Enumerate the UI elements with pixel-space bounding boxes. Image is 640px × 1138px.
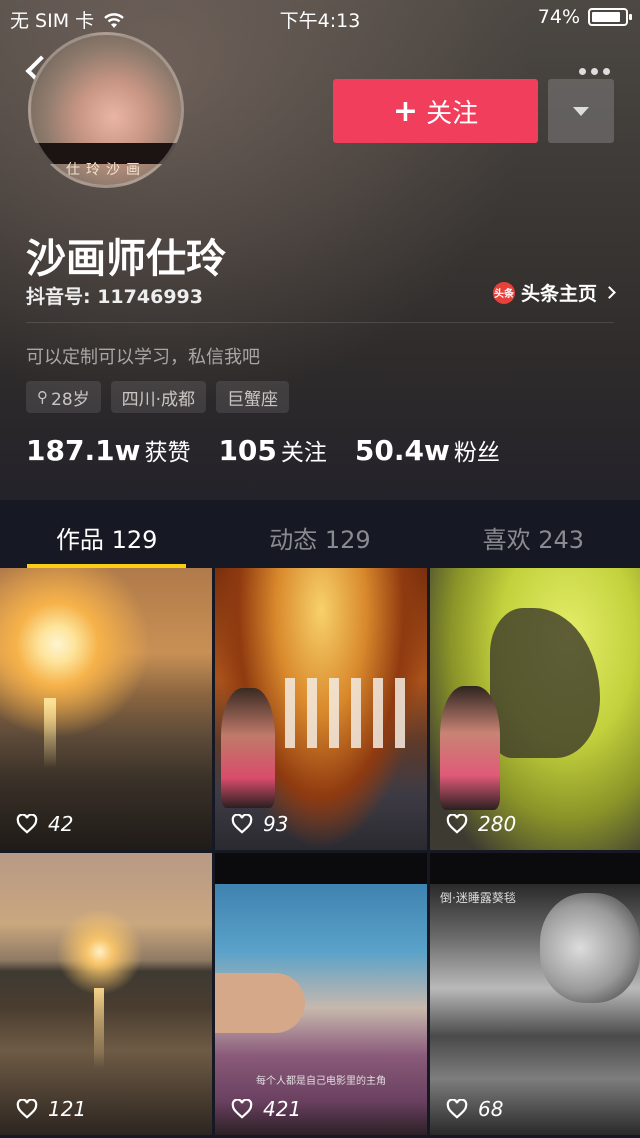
profile-name: 沙画师仕玲 [26,236,226,282]
video-thumbnail[interactable]: 42 [0,568,212,850]
likes-label: 获赞 [144,440,191,466]
followers-label: 粉丝 [453,440,500,466]
content-tabs: 作品 129 动态 129 喜欢 243 [0,502,640,568]
like-count-value: 280 [478,812,517,836]
like-count: 42 [16,812,73,836]
heart-icon [446,1099,468,1119]
more-icon[interactable] [579,68,610,75]
chevron-right-icon [603,286,616,299]
profile-stats: 187.1w 获赞 105 关注 50.4w 粉丝 [26,433,500,467]
like-count: 280 [446,812,516,836]
like-count: 121 [16,1097,86,1121]
like-count-value: 42 [48,812,74,836]
following-label: 关注 [280,440,327,466]
avatar-caption: 仕玲沙画 [66,162,146,178]
video-caption: 每个人都是自己电影里的主角 [256,1076,386,1087]
douyin-id: 抖音号: 11746993 [26,286,203,308]
like-count-value: 68 [478,1097,504,1121]
like-count-value: 93 [263,812,289,836]
tab-works[interactable]: 作品 129 [0,502,213,568]
profile-header: 无 SIM 卡 下午4:13 74% 仕玲沙画 + 关注 沙画师仕玲 抖音号: … [0,0,640,500]
heart-icon [16,1099,38,1119]
video-thumbnail[interactable]: 倒·迷睡露葵毯 68 [430,853,640,1135]
toutiao-icon: 头条 [492,281,515,304]
plus-icon: + [392,93,419,129]
video-thumbnail[interactable]: 280 [430,568,640,850]
follow-label: 关注 [426,98,479,129]
like-count-value: 121 [48,1097,87,1121]
video-grid: 42 93 280 121 每个人都是自己电影里的主角 421 倒·迷睡露葵毯 [0,568,640,1138]
tab-dynamics[interactable]: 动态 129 [213,502,426,568]
followers-count: 50.4w [354,434,450,467]
following-stat[interactable]: 105 关注 [218,433,326,467]
like-count: 93 [231,812,288,836]
divider [26,322,614,323]
battery-percent: 74% [537,6,580,28]
like-count: 68 [446,1097,503,1121]
battery-icon [588,8,632,26]
toutiao-homepage-link[interactable]: 头条 头条主页 [492,279,616,306]
likes-stat: 187.1w 获赞 [26,433,190,467]
likes-count: 187.1w [26,434,141,467]
profile-tags: ⚲ 28岁 四川·成都 巨蟹座 [26,381,290,413]
toutiao-link-label: 头条主页 [520,283,597,305]
age-label: 28岁 [51,389,90,410]
heart-icon [231,1099,253,1119]
heart-icon [231,814,253,834]
video-thumbnail[interactable]: 93 [215,568,427,850]
video-sign-text: 倒·迷睡露葵毯 [440,891,516,905]
video-thumbnail[interactable]: 每个人都是自己电影里的主角 421 [215,853,427,1135]
heart-icon [446,814,468,834]
tab-likes[interactable]: 喜欢 243 [427,502,640,568]
recommend-dropdown-button[interactable] [548,79,614,143]
like-count-value: 421 [263,1097,302,1121]
zodiac-tag: 巨蟹座 [216,381,290,413]
following-count: 105 [218,434,277,467]
female-icon: ⚲ [37,388,48,406]
bio: 可以定制可以学习，私信我吧 [26,347,260,368]
location-tag: 四川·成都 [110,381,207,413]
caret-down-icon [573,106,589,116]
status-bar: 无 SIM 卡 下午4:13 74% [0,0,640,36]
age-tag: ⚲ 28岁 [26,381,101,413]
heart-icon [16,814,38,834]
followers-stat[interactable]: 50.4w 粉丝 [355,433,500,467]
avatar[interactable]: 仕玲沙画 [28,32,184,188]
follow-button[interactable]: + 关注 [333,79,538,143]
video-thumbnail[interactable]: 121 [0,853,212,1135]
like-count: 421 [231,1097,301,1121]
